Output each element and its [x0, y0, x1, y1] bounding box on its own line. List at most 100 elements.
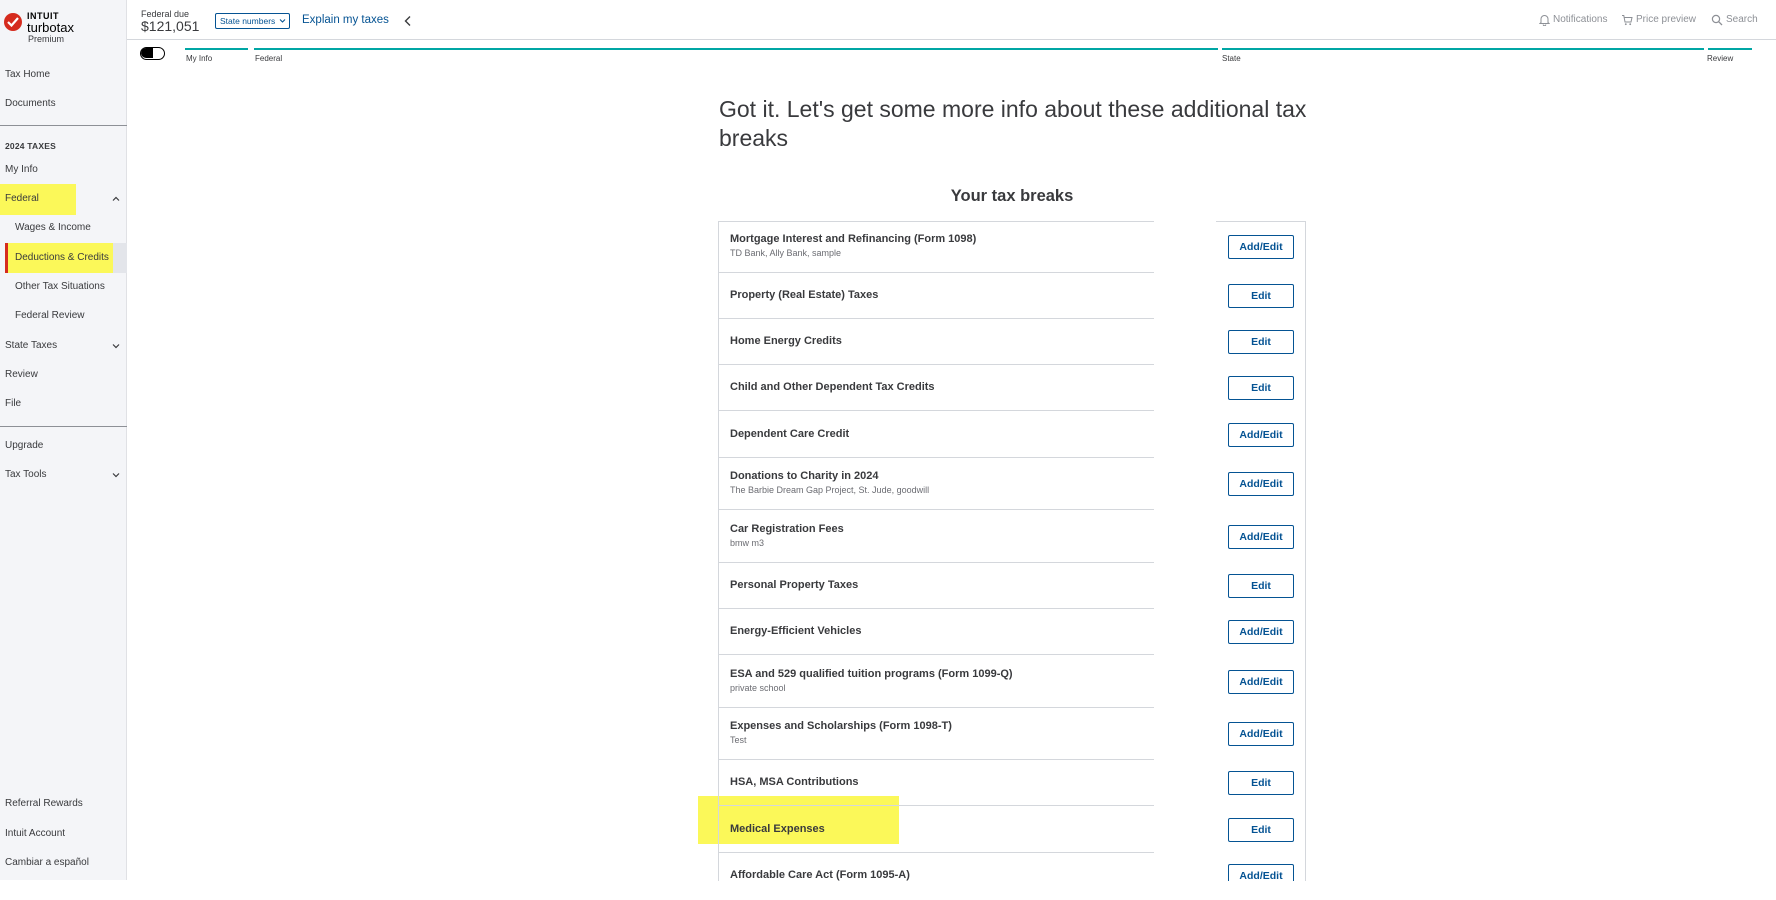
- notifications-link[interactable]: Notifications: [1553, 14, 1607, 25]
- state-numbers-dropdown[interactable]: State numbers: [215, 13, 291, 29]
- progress-step-my-info[interactable]: My Info: [186, 54, 212, 63]
- sidebar: INTUIT turbotax Premium Tax Home Documen…: [0, 0, 127, 880]
- add-edit-button[interactable]: Add/Edit: [1228, 423, 1294, 447]
- sidebar-item-federal-review[interactable]: Federal Review: [0, 302, 127, 330]
- progress-view-toggle[interactable]: [140, 47, 165, 60]
- sidebar-item-label: Tax Tools: [5, 469, 47, 480]
- explain-my-taxes-link[interactable]: Explain my taxes: [302, 14, 389, 26]
- sidebar-item-federal[interactable]: Federal: [0, 185, 127, 213]
- tax-break-row: Mortgage Interest and Refinancing (Form …: [719, 221, 1305, 273]
- tax-break-name: Personal Property Taxes: [730, 579, 859, 591]
- tax-break-name: Home Energy Credits: [730, 335, 842, 347]
- add-edit-button[interactable]: Add/Edit: [1228, 235, 1294, 259]
- toggle-knob: [141, 48, 153, 58]
- sidebar-item-label: Federal: [5, 193, 39, 204]
- tax-break-name: Energy-Efficient Vehicles: [730, 625, 862, 637]
- bell-icon[interactable]: [1539, 14, 1550, 26]
- turbotax-logo[interactable]: INTUIT turbotax Premium: [4, 9, 114, 47]
- cart-icon[interactable]: [1621, 14, 1633, 26]
- sidebar-item-label: Cambiar a español: [5, 857, 89, 868]
- sidebar-item-review[interactable]: Review: [0, 361, 127, 389]
- edit-button[interactable]: Edit: [1228, 771, 1294, 795]
- logo-product: turbotax: [27, 20, 74, 35]
- add-edit-button[interactable]: Add/Edit: [1228, 864, 1294, 881]
- sidebar-section-heading: 2024 TAXES: [5, 141, 56, 151]
- sidebar-item-label: State Taxes: [5, 340, 58, 351]
- tax-break-detail: TD Bank, Ally Bank, sample: [730, 248, 842, 258]
- tax-break-name: Donations to Charity in 2024: [730, 470, 879, 482]
- tax-break-row: Child and Other Dependent Tax Credits Edi…: [719, 365, 1305, 411]
- turbotax-app: INTUIT turbotax Premium Tax Home Documen…: [0, 0, 1776, 900]
- sidebar-item-label: Referral Rewards: [5, 798, 83, 809]
- sidebar-item-other-tax-situations[interactable]: Other Tax Situations: [0, 273, 127, 301]
- sidebar-item-state-taxes[interactable]: State Taxes: [0, 332, 127, 360]
- sidebar-item-my-info[interactable]: My Info: [0, 156, 127, 184]
- tax-break-detail: The Barbie Dream Gap Project, St. Jude, …: [730, 485, 930, 495]
- sidebar-item-deductions-credits[interactable]: Deductions & Credits: [0, 244, 127, 272]
- tax-break-detail: private school: [730, 683, 786, 693]
- tax-break-row: ESA and 529 qualified tuition programs (…: [719, 655, 1305, 708]
- add-edit-button[interactable]: Add/Edit: [1228, 620, 1294, 644]
- tax-break-row: Donations to Charity in 2024 The Barbie D…: [719, 458, 1305, 510]
- sidebar-item-wages-income[interactable]: Wages & Income: [0, 214, 127, 242]
- sidebar-item-referral-rewards[interactable]: Referral Rewards: [0, 790, 127, 818]
- sidebar-item-label: Review: [5, 369, 38, 380]
- progress-segment-review: [1708, 48, 1752, 50]
- federal-due-amount[interactable]: $121,051: [141, 18, 199, 34]
- add-edit-button[interactable]: Add/Edit: [1228, 472, 1294, 496]
- sidebar-item-label: Tax Home: [5, 69, 51, 80]
- sidebar-item-upgrade[interactable]: Upgrade: [0, 432, 127, 460]
- sidebar-item-tax-home[interactable]: Tax Home: [0, 61, 127, 89]
- tax-break-row: Affordable Care Act (Form 1095-A) Add/Edi…: [719, 853, 1305, 881]
- sidebar-item-documents[interactable]: Documents: [0, 90, 127, 118]
- progress-step-federal[interactable]: Federal: [255, 54, 282, 63]
- edit-button[interactable]: Edit: [1228, 284, 1294, 308]
- tax-break-row: Personal Property Taxes Edit: [719, 563, 1305, 609]
- sidebar-item-label: Other Tax Situations: [15, 281, 105, 292]
- top-header: Federal due $121,051 State numbers Expla…: [127, 0, 1776, 40]
- chevron-down-icon: [112, 473, 120, 478]
- edit-button[interactable]: Edit: [1228, 376, 1294, 400]
- tax-break-name: Property (Real Estate) Taxes: [730, 289, 879, 301]
- add-edit-button[interactable]: Add/Edit: [1228, 525, 1294, 549]
- tax-breaks-list: Mortgage Interest and Refinancing (Form …: [718, 221, 1306, 881]
- tax-break-name: ESA and 529 qualified tuition programs (…: [730, 668, 1013, 680]
- tax-break-row: HSA, MSA Contributions Edit: [719, 760, 1305, 806]
- add-edit-button[interactable]: Add/Edit: [1228, 722, 1294, 746]
- edit-button[interactable]: Edit: [1228, 330, 1294, 354]
- tax-break-name: Mortgage Interest and Refinancing (Form …: [730, 233, 977, 245]
- chevron-down-icon: [112, 344, 120, 349]
- price-preview-link[interactable]: Price preview: [1636, 14, 1696, 25]
- tax-break-row: Car Registration Fees bmw m3 Add/Edit: [719, 510, 1305, 563]
- tax-break-detail: bmw m3: [730, 538, 765, 548]
- edit-button[interactable]: Edit: [1228, 574, 1294, 598]
- tax-break-row: Home Energy Credits Edit: [719, 319, 1305, 365]
- chevron-up-icon: [112, 196, 120, 201]
- search-link[interactable]: Search: [1726, 14, 1758, 25]
- tax-break-row: Energy-Efficient Vehicles Add/Edit: [719, 609, 1305, 655]
- collapse-chevron-icon[interactable]: [403, 15, 413, 27]
- sidebar-item-language[interactable]: Cambiar a español: [0, 849, 127, 877]
- tax-breaks-heading: Your tax breaks: [950, 187, 1074, 205]
- tax-break-row: Property (Real Estate) Taxes Edit: [719, 273, 1305, 319]
- search-icon[interactable]: [1711, 14, 1723, 26]
- tax-break-name: Car Registration Fees: [730, 523, 844, 535]
- progress-step-state[interactable]: State: [1222, 54, 1241, 63]
- edit-button[interactable]: Edit: [1228, 818, 1294, 842]
- sidebar-item-label: Documents: [5, 98, 56, 109]
- tax-break-name: Affordable Care Act (Form 1095-A): [730, 869, 910, 881]
- sidebar-item-label: Deductions & Credits: [15, 252, 109, 263]
- sidebar-item-intuit-account[interactable]: Intuit Account: [0, 820, 127, 848]
- sidebar-item-file[interactable]: File: [0, 390, 127, 418]
- sidebar-item-tax-tools[interactable]: Tax Tools: [0, 461, 127, 489]
- logo-edition: Premium: [27, 34, 64, 44]
- tax-break-detail: Test: [730, 735, 747, 745]
- progress-segment-federal: [254, 48, 1218, 50]
- progress-step-review[interactable]: Review: [1707, 54, 1733, 63]
- tax-break-name: Medical Expenses: [730, 823, 825, 835]
- state-numbers-label: State numbers: [220, 16, 276, 26]
- sidebar-item-label: My Info: [5, 164, 38, 175]
- add-edit-button[interactable]: Add/Edit: [1228, 670, 1294, 694]
- sidebar-divider: [0, 426, 127, 427]
- tax-break-name: Expenses and Scholarships (Form 1098-T): [730, 720, 952, 732]
